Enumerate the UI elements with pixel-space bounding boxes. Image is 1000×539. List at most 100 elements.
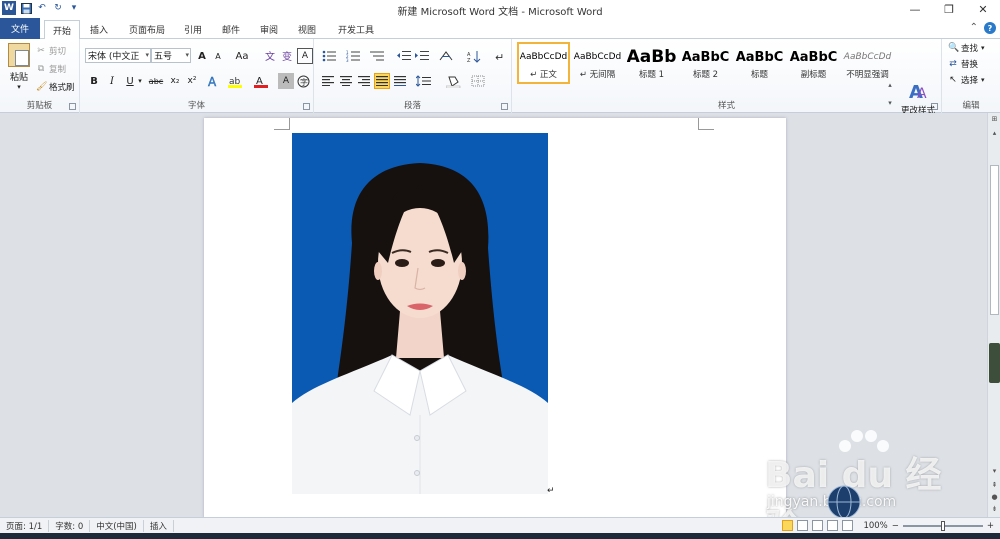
select-button[interactable]: ↖ 选择 ▾ (948, 74, 985, 86)
font-launcher-icon[interactable] (303, 103, 310, 110)
next-page-icon[interactable]: ⇟ (988, 503, 1000, 515)
id-photo[interactable] (292, 133, 548, 494)
copy-button[interactable]: ⧉ 复制 (36, 63, 66, 75)
copy-label: 复制 (49, 65, 67, 75)
paragraph-launcher-icon[interactable] (501, 103, 508, 110)
paste-dropdown-icon[interactable]: ▾ (6, 83, 32, 91)
chevron-down-icon: ▾ (981, 76, 985, 84)
tab-review[interactable]: 审阅 (256, 20, 282, 39)
highlight-icon[interactable]: ab (227, 73, 243, 89)
brush-icon: 🖌 (36, 82, 48, 92)
shading-icon[interactable] (444, 73, 464, 89)
chevron-up-icon[interactable]: ▴ (888, 81, 892, 89)
outline-view-icon[interactable] (827, 520, 839, 531)
find-button[interactable]: 🔍 查找 ▾ (948, 42, 985, 54)
web-layout-view-icon[interactable] (812, 520, 824, 531)
align-right-icon[interactable] (356, 73, 372, 89)
minimize-button[interactable]: — (898, 0, 932, 18)
tab-view[interactable]: 视图 (294, 20, 320, 39)
style-subtle-emphasis[interactable]: AaBbCcDd 不明显强调 (841, 42, 894, 84)
window-title: 新建 Microsoft Word 文档 - Microsoft Word (397, 7, 603, 18)
change-case-button[interactable]: Aa (232, 48, 252, 64)
superscript-button[interactable]: x² (184, 73, 200, 89)
borders-icon[interactable] (468, 73, 488, 89)
distributed-icon[interactable] (392, 73, 408, 89)
language-indicator[interactable]: 中文(中国) (90, 519, 144, 532)
zoom-level[interactable]: 100% (863, 521, 887, 531)
draft-view-icon[interactable] (842, 520, 854, 531)
enclose-chars-icon[interactable]: 字 (295, 73, 311, 89)
style-title[interactable]: AaBbC 标题 (733, 42, 786, 84)
shrink-font-button[interactable]: A (210, 48, 226, 64)
style-no-spacing[interactable]: AaBbCcDd ↵ 无间隔 (571, 42, 624, 84)
scroll-thumb[interactable] (990, 165, 999, 315)
font-size-combo[interactable]: 五号 ▾ (151, 48, 191, 63)
char-shading-icon[interactable]: A (278, 73, 294, 89)
browse-object-icon[interactable]: ● (988, 491, 1000, 503)
close-button[interactable]: ✕ (966, 0, 1000, 18)
paste-button[interactable]: 粘贴 ▾ (6, 43, 32, 91)
restore-button[interactable]: ❐ (932, 0, 966, 18)
bold-button[interactable]: B (86, 73, 102, 89)
sort-icon[interactable]: AZ (466, 48, 482, 64)
multilevel-list-icon[interactable] (368, 48, 388, 64)
style-heading-2[interactable]: AaBbC 标题 2 (679, 42, 732, 84)
italic-button[interactable]: I (104, 73, 120, 89)
ruler-toggle-icon[interactable]: ⊞ (988, 113, 1000, 125)
subscript-button[interactable]: x₂ (167, 73, 183, 89)
align-left-icon[interactable] (320, 73, 336, 89)
previous-page-icon[interactable]: ⇞ (988, 479, 1000, 491)
tab-page-layout[interactable]: 页面布局 (124, 20, 170, 39)
tab-home[interactable]: 开始 (44, 20, 80, 40)
style-subtitle[interactable]: AaBbC 副标题 (787, 42, 840, 84)
scroll-up-icon[interactable]: ▴ (988, 127, 1000, 139)
line-spacing-icon[interactable] (414, 73, 434, 89)
font-name-combo[interactable]: 宋体 (中文正 ▾ (85, 48, 151, 63)
grow-font-button[interactable]: A (194, 48, 210, 64)
style-normal[interactable]: AaBbCcDd ↵ 正文 (517, 42, 570, 84)
scroll-down-icon[interactable]: ▾ (988, 465, 1000, 477)
justify-icon[interactable] (374, 73, 390, 89)
chevron-down-icon[interactable]: ▾ (888, 99, 892, 107)
tab-references[interactable]: 引用 (180, 20, 206, 39)
full-screen-view-icon[interactable] (797, 520, 809, 531)
side-widget[interactable] (989, 343, 1000, 383)
strikethrough-button[interactable]: abc (146, 73, 166, 89)
bullets-icon[interactable] (320, 48, 340, 64)
pinyin-guide-icon[interactable]: 文 (263, 48, 279, 64)
tab-file[interactable]: 文件 (0, 18, 40, 39)
insert-mode[interactable]: 插入 (144, 519, 174, 532)
zoom-out-icon[interactable]: − (892, 521, 899, 531)
tab-insert[interactable]: 插入 (84, 20, 114, 39)
zoom-in-icon[interactable]: + (987, 521, 994, 531)
zoom-slider[interactable] (902, 520, 983, 531)
character-border-button[interactable]: A (297, 48, 313, 64)
font-color-icon[interactable]: A (253, 73, 269, 89)
collapse-ribbon-icon[interactable]: ⌃ (970, 22, 978, 34)
char-border-icon[interactable]: 变 (280, 48, 296, 64)
document-page[interactable]: ↵ (204, 118, 786, 517)
title-bar: W ↶ ↻ ▾ 新建 Microsoft Word 文档 - Microsoft… (0, 0, 1000, 18)
help-icon[interactable]: ? (984, 22, 996, 34)
globe-avatar-icon (827, 485, 861, 519)
numbering-icon[interactable]: 123 (344, 48, 364, 64)
print-layout-view-icon[interactable] (782, 520, 794, 531)
chinese-layout-icon[interactable] (438, 48, 454, 64)
show-marks-icon[interactable]: ↵ (492, 48, 508, 64)
word-count[interactable]: 字数: 0 (49, 519, 91, 532)
decrease-indent-icon[interactable] (396, 48, 412, 64)
text-effects-icon[interactable]: A (206, 73, 222, 89)
increase-indent-icon[interactable] (414, 48, 430, 64)
replace-button[interactable]: ⇄ 替换 (948, 58, 978, 70)
tab-mailings[interactable]: 邮件 (218, 20, 244, 39)
zoom-thumb[interactable] (940, 520, 945, 531)
format-painter-button[interactable]: 🖌 格式刷 (36, 81, 75, 93)
vertical-scrollbar[interactable]: ⊞ ▴ ▾ ⇞ ● ⇟ (987, 113, 1000, 517)
style-heading-1[interactable]: AaBb 标题 1 (625, 42, 678, 84)
align-center-icon[interactable] (338, 73, 354, 89)
underline-dropdown-icon[interactable]: ▾ (136, 73, 144, 89)
clipboard-launcher-icon[interactable] (69, 103, 76, 110)
tab-developer[interactable]: 开发工具 (333, 20, 379, 39)
page-count[interactable]: 页面: 1/1 (0, 519, 50, 532)
cut-button[interactable]: ✂ 剪切 (36, 45, 66, 57)
